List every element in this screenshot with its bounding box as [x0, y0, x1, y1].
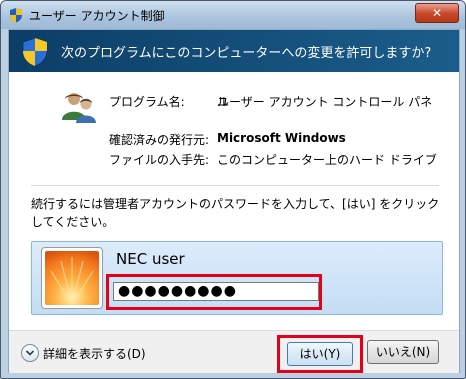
uac-shield-icon — [22, 37, 48, 67]
password-input[interactable]: ●●●●●●●●● — [113, 282, 319, 301]
no-button[interactable]: いいえ(N) — [367, 340, 439, 364]
password-highlight: ●●●●●●●●● — [106, 274, 322, 310]
publisher-value: Microsoft Windows — [217, 131, 346, 145]
flower-user-picture — [45, 251, 99, 305]
username: NEC user — [116, 250, 185, 268]
button-bar: 詳細を表示する(D) はい(Y) いいえ(N) — [9, 330, 459, 373]
program-name-label: プログラム名: — [109, 95, 185, 109]
yes-button-highlight: はい(Y) — [277, 335, 363, 373]
program-name-value: ユーザー アカウント コントロール パネ — [217, 95, 433, 109]
chevron-down-icon — [21, 344, 39, 362]
header-question: 次のプログラムにこのコンピューターへの変更を許可しますか? — [61, 46, 432, 61]
user-accounts-icon — [62, 93, 96, 123]
yes-button[interactable]: はい(Y) — [287, 342, 353, 366]
uac-shield-icon — [10, 8, 22, 23]
publisher-label: 確認済みの発行元: — [109, 133, 210, 147]
show-details-label: 詳細を表示する(D) — [43, 347, 146, 361]
window-title: ユーザー アカウント制御 — [29, 9, 165, 23]
header-band: 次のプログラムにこのコンピューターへの変更を許可しますか? — [9, 30, 459, 72]
title-bar: ユーザー アカウント制御 ✕ — [1, 1, 465, 29]
close-button[interactable]: ✕ — [415, 3, 459, 23]
user-picture-frame — [41, 247, 103, 309]
credential-tile[interactable]: NEC user ●●●●●●●●● — [31, 241, 443, 315]
instruction-text: 続行するには管理者アカウントのパスワードを入力して、[はい] をクリックしてくだ… — [31, 197, 440, 229]
divider — [31, 185, 439, 186]
uac-dialog-window: ユーザー アカウント制御 ✕ 次のプログラムにこのコンピューターへの変更を許可し… — [0, 0, 466, 379]
origin-label: ファイルの入手先: — [109, 153, 210, 167]
dialog-body: 次のプログラムにこのコンピューターへの変更を許可しますか? プログラム名: ユー… — [8, 29, 460, 373]
origin-value: このコンピューター上のハード ドライブ — [217, 153, 437, 167]
program-name-value-continued: ル — [217, 95, 230, 109]
